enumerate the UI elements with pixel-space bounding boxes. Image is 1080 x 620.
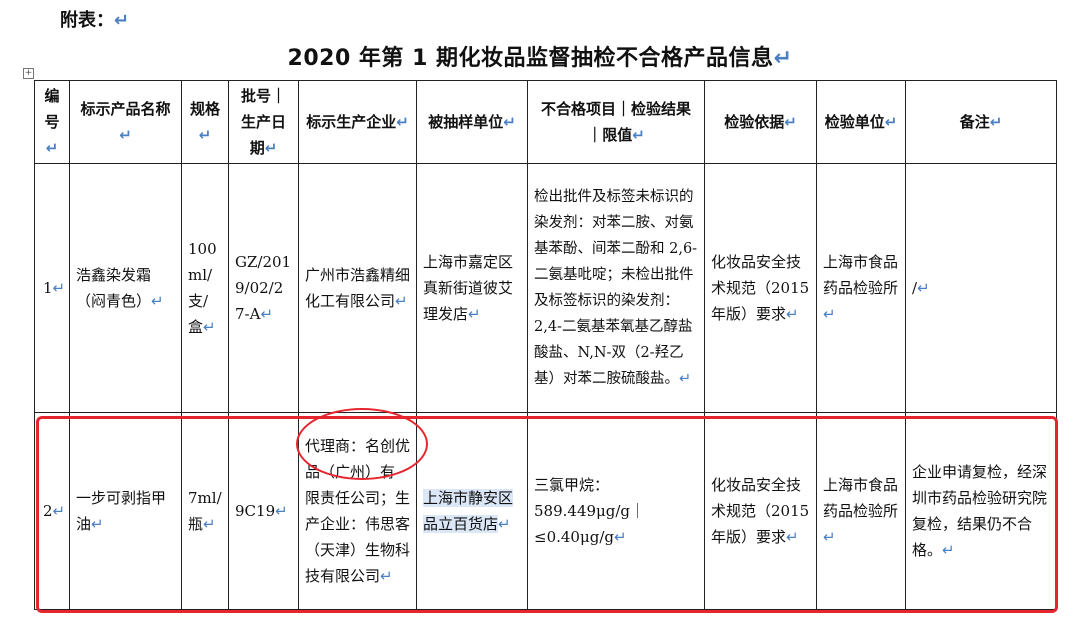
cell-batch: 9C19↵ — [228, 412, 299, 610]
paragraph-mark-icon: ↵ — [380, 567, 393, 585]
paragraph-mark-icon: ↵ — [198, 126, 212, 144]
paragraph-mark-icon: ↵ — [264, 139, 278, 157]
paragraph-mark-icon: ↵ — [613, 528, 627, 546]
header-cell: 不合格项目｜检验结果｜限值↵ — [527, 80, 705, 164]
header-cell: 规格↵ — [181, 80, 229, 164]
header-cell: 备注↵ — [905, 80, 1057, 164]
paragraph-mark-icon: ↵ — [917, 279, 930, 297]
header-cell: 编号↵ — [34, 80, 70, 164]
cell-product-name: 浩鑫染发霜（闷青色）↵ — [69, 163, 182, 413]
cell-number: 1↵ — [34, 163, 70, 413]
paragraph-mark-icon: ↵ — [942, 541, 955, 559]
header-cell: 批号｜生产日期↵ — [228, 80, 299, 164]
paragraph-mark-icon: ↵ — [396, 113, 409, 131]
paragraph-mark-icon: ↵ — [823, 528, 836, 546]
cell-note: /↵ — [905, 163, 1057, 413]
paragraph-mark-icon: ↵ — [114, 10, 130, 31]
cell-basis: 化妆品安全技术规范（2015 年版）要求↵ — [704, 163, 817, 413]
cell-product-name: 一步可剥指甲油↵ — [69, 412, 182, 610]
paragraph-mark-icon: ↵ — [679, 371, 692, 387]
cell-batch: GZ/2019/02/27-A↵ — [228, 163, 299, 413]
paragraph-mark-icon: ↵ — [275, 502, 288, 520]
header-row: 编号↵ 标示产品名称↵ 规格↵ 批号｜生产日期↵ 标示生产企业↵ 被抽样单位↵ … — [34, 80, 1057, 164]
appendix-label: 附表：↵ — [60, 10, 130, 31]
cell-failed-item: 三氯甲烷：589.449μg/g｜≤0.40μg/g↵ — [527, 412, 705, 610]
paragraph-mark-icon: ↵ — [52, 502, 66, 520]
paragraph-mark-icon: ↵ — [786, 528, 799, 546]
header-cell: 检验单位↵ — [816, 80, 906, 164]
products-table: 编号↵ 标示产品名称↵ 规格↵ 批号｜生产日期↵ 标示生产企业↵ 被抽样单位↵ … — [34, 80, 1057, 610]
paragraph-mark-icon: ↵ — [784, 113, 797, 131]
cell-lab: 上海市食品药品检验所↵ — [816, 412, 906, 610]
paragraph-mark-icon: ↵ — [91, 515, 104, 533]
paragraph-mark-icon: ↵ — [151, 292, 164, 310]
cell-failed-item: 检出批件及标签未标识的染发剂：对苯二胺、对氨基苯酚、间苯二酚和 2,6-二氨基吡… — [527, 163, 705, 413]
cell-manufacturer: 代理商：名创优品（广州）有限责任公司；生产企业：伟思客（天津）生物科技有限公司↵ — [298, 412, 417, 610]
header-cell: 标示产品名称↵ — [69, 80, 182, 164]
paragraph-mark-icon: ↵ — [786, 305, 799, 323]
document-title: 2020 年第 1 期化妆品监督抽检不合格产品信息↵ — [287, 46, 793, 71]
paragraph-mark-icon: ↵ — [823, 305, 836, 323]
header-cell: 被抽样单位↵ — [416, 80, 528, 164]
paragraph-mark-icon: ↵ — [773, 46, 793, 71]
paragraph-mark-icon: ↵ — [468, 305, 481, 323]
paragraph-mark-icon: ↵ — [498, 515, 511, 533]
paragraph-mark-icon: ↵ — [395, 292, 408, 310]
cell-manufacturer: 广州市浩鑫精细化工有限公司↵ — [298, 163, 417, 413]
table-row: 2↵ 一步可剥指甲油↵ 7ml/瓶↵ 9C19↵ 代理商：名创优品（广州）有限责… — [34, 412, 1057, 610]
cell-sampled-unit: 上海市嘉定区真新街道彼艾理发店↵ — [416, 163, 528, 413]
cell-basis: 化妆品安全技术规范（2015 年版）要求↵ — [704, 412, 817, 610]
header-cell: 标示生产企业↵ — [298, 80, 417, 164]
paragraph-mark-icon: ↵ — [203, 515, 216, 533]
paragraph-mark-icon: ↵ — [503, 113, 516, 131]
cell-sampled-unit: 上海市静安区品立百货店↵ — [416, 412, 528, 610]
cell-note: 企业申请复检，经深圳市药品检验研究院复检，结果仍不合格。↵ — [905, 412, 1057, 610]
paragraph-mark-icon: ↵ — [884, 113, 898, 131]
cell-spec: 100ml/支/盒↵ — [181, 163, 229, 413]
cell-number: 2↵ — [34, 412, 70, 610]
paragraph-mark-icon: ↵ — [260, 305, 274, 323]
manufacturer-rest: 有限责任公司；生产企业：伟思客（天津）生物科技有限公司 — [305, 463, 411, 585]
paragraph-mark-icon: ↵ — [632, 126, 645, 144]
paragraph-mark-icon: ↵ — [119, 126, 132, 144]
table-move-handle-icon[interactable]: + — [23, 68, 34, 79]
table-row: 1↵ 浩鑫染发霜（闷青色）↵ 100ml/支/盒↵ GZ/2019/02/27-… — [34, 163, 1057, 413]
header-cell: 检验依据↵ — [704, 80, 817, 164]
cell-lab: 上海市食品药品检验所↵ — [816, 163, 906, 413]
paragraph-mark-icon: ↵ — [203, 318, 216, 336]
paragraph-mark-icon: ↵ — [989, 113, 1003, 131]
cell-spec: 7ml/瓶↵ — [181, 412, 229, 610]
paragraph-mark-icon: ↵ — [52, 279, 66, 297]
paragraph-mark-icon: ↵ — [45, 139, 59, 157]
